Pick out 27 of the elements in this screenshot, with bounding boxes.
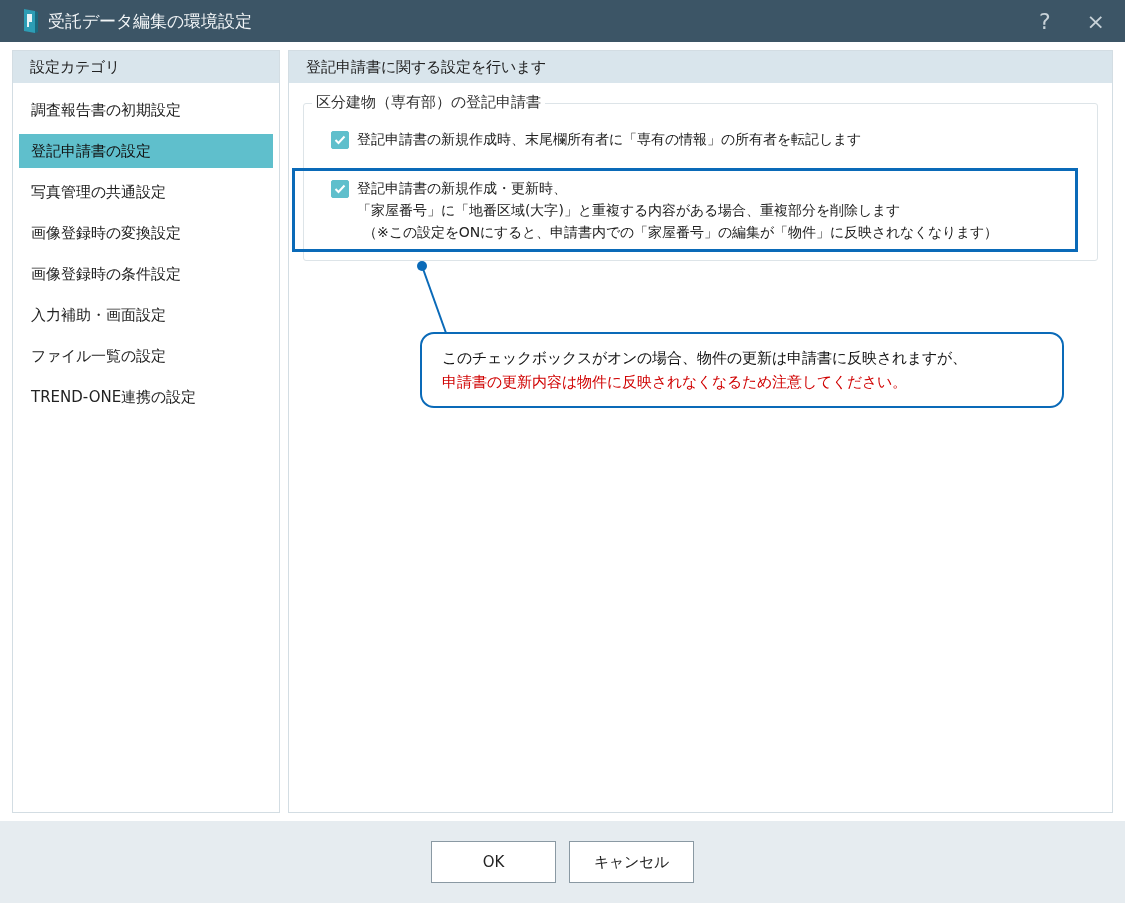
sidebar-item[interactable]: TREND-ONE連携の設定	[19, 380, 273, 414]
close-button[interactable]: ×	[1078, 8, 1113, 34]
callout-text: 申請書の更新内容は物件に反映されなくなるため注意してください。	[442, 372, 908, 393]
note-text: （※この設定をONにすると、申請書内での「家屋番号」の編集が「物件」に反映されなくなります）	[362, 223, 999, 242]
checkmark-icon	[334, 135, 346, 145]
help-button[interactable]: ?	[1030, 8, 1059, 34]
callout-text: このチェックボックスがオンの場合、物件の更新は申請書に反映されますが、	[442, 348, 968, 369]
group-title: 区分建物（専有部）の登記申請書	[312, 93, 545, 112]
checkbox[interactable]	[331, 131, 349, 149]
checkbox-label: 「家屋番号」に「地番区域(大字)」と重複する内容がある場合、重複部分を削除します	[357, 201, 901, 220]
dialog-button[interactable]: キャンセル	[569, 841, 694, 883]
sidebar-item[interactable]: ファイル一覧の設定	[19, 339, 273, 373]
checkbox-label: 登記申請書の新規作成・更新時、	[357, 179, 568, 198]
sidebar-item[interactable]: 画像登録時の条件設定	[19, 257, 273, 291]
sidebar-item[interactable]: 写真管理の共通設定	[19, 175, 273, 209]
sidebar-item[interactable]: 画像登録時の変換設定	[19, 216, 273, 250]
sidebar-item[interactable]: 登記申請書の設定	[19, 134, 273, 168]
window-title: 受託データ編集の環境設定	[48, 9, 252, 33]
sidebar-item[interactable]: 入力補助・画面設定	[19, 298, 273, 332]
checkmark-icon	[334, 184, 346, 194]
checkbox[interactable]	[331, 180, 349, 198]
sidebar-header: 設定カテゴリ	[13, 51, 279, 83]
dialog-button[interactable]: OK	[431, 841, 556, 883]
sidebar-item[interactable]: 調査報告書の初期設定	[19, 93, 273, 127]
app-logo-icon	[22, 8, 40, 34]
checkbox-label: 登記申請書の新規作成時、末尾欄所有者に「専有の情報」の所有者を転記します	[357, 130, 861, 149]
content-header: 登記申請書に関する設定を行います	[289, 51, 1112, 83]
